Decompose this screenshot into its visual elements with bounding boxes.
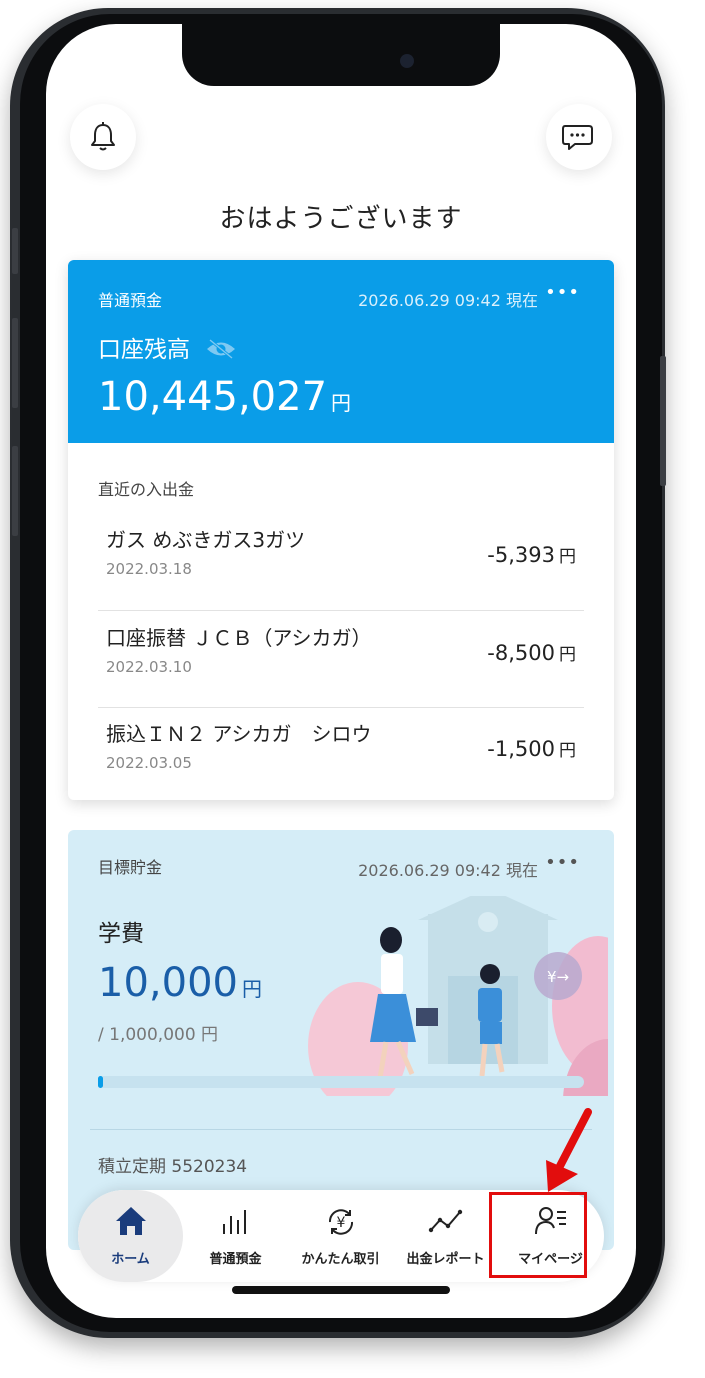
amount-value: -5,393 [487,543,555,567]
currency-unit: 円 [559,547,576,567]
savings-card[interactable]: 普通預金 2026.06.29 09:42 現在 ••• 口座残高 10,445… [68,260,614,800]
eye-hidden-icon[interactable] [205,338,237,360]
bell-icon [91,122,115,151]
home-indicator [232,1286,450,1294]
power-button [660,356,666,486]
recent-transactions-title: 直近の入出金 [98,480,195,499]
divider [90,1129,592,1130]
students-illustration: ¥→ [308,896,608,1096]
currency-unit: 円 [559,645,576,665]
home-icon [115,1207,146,1235]
highlight-box [489,1192,587,1278]
transaction-name: ガス めぶきガス3ガツ [106,528,306,552]
notch [182,24,500,86]
transaction-row[interactable]: 口座振替 ＪＣＢ（アシカガ） 2022.03.10 -8,500 円 [98,612,584,709]
volume-down-button [12,446,18,536]
svg-text:¥→: ¥→ [547,968,569,986]
bar-chart-icon [222,1210,246,1234]
tab-withdrawal-report[interactable]: 出金レポート [393,1190,498,1282]
goal-current-amount: 10,000 円 [98,960,262,1006]
transaction-row[interactable]: ガス めぶきガス3ガツ 2022.03.18 -5,393 円 [98,514,584,611]
updated-timestamp: 2026.06.29 09:42 現在 [358,291,538,310]
transaction-amount: -1,500 円 [487,736,576,761]
tab-easy-transaction-label: かんたん取引 [301,1252,380,1267]
tab-savings[interactable]: 普通預金 [183,1190,288,1282]
goal-account-number: 積立定期 5520234 [98,1157,248,1177]
transaction-date: 2022.03.18 [106,560,192,578]
goal-savings-card[interactable]: ¥→ 目標貯金 2026.06.29 09:42 現在 ••• 学費 10,00… [68,830,614,1250]
chat-button[interactable] [546,104,612,170]
goal-name: 学費 [98,921,144,947]
pointer-arrow-icon [546,1108,592,1192]
greeting-text: おはようございます [219,204,463,234]
goal-target-amount: / 1,000,000 円 [98,1025,219,1045]
divider [98,610,584,611]
line-chart-icon [428,1209,462,1233]
yen-exchange-icon: ¥ [328,1209,353,1235]
tab-home-label: ホーム [111,1252,150,1267]
notification-button[interactable] [70,104,136,170]
transaction-amount: -8,500 円 [487,640,576,665]
balance-label: 口座残高 [98,330,237,364]
currency-unit: 円 [559,741,576,761]
svg-text:¥: ¥ [336,1215,345,1231]
transaction-row[interactable]: 振込ＩＮ２ アシカガ シロウ 2022.03.05 -1,500 円 [98,708,584,800]
transaction-date: 2022.03.05 [106,754,192,772]
goal-progress-bar [98,1076,584,1088]
tab-withdrawal-report-label: 出金レポート [406,1252,485,1267]
goal-progress-fill [98,1076,103,1088]
tab-home[interactable]: ホーム [78,1190,183,1282]
amount-value: -1,500 [487,737,555,761]
goal-amount-value: 10,000 [98,960,238,1006]
volume-up-button [12,318,18,408]
amount-value: -8,500 [487,641,555,665]
transaction-name: 振込ＩＮ２ アシカガ シロウ [106,722,372,746]
balance-value: 10,445,027 [98,374,328,420]
transaction-name: 口座振替 ＪＣＢ（アシカガ） [106,626,372,650]
balance-amount: 10,445,027 円 [98,374,351,420]
goal-updated-timestamp: 2026.06.29 09:42 現在 [358,861,538,880]
more-menu-button[interactable]: ••• [545,282,580,303]
currency-unit: 円 [331,391,352,415]
goal-type-label: 目標貯金 [98,858,163,877]
silent-switch [12,228,18,274]
account-type-label: 普通預金 [98,291,163,310]
chat-icon [562,125,593,150]
tab-easy-transaction[interactable]: ¥ かんたん取引 [288,1190,393,1282]
goal-more-menu-button[interactable]: ••• [545,852,580,873]
currency-unit: 円 [241,977,262,1001]
camera [400,54,414,68]
transaction-amount: -5,393 円 [487,542,576,567]
tab-savings-label: 普通預金 [209,1252,262,1267]
transaction-date: 2022.03.10 [106,658,192,676]
balance-label-text: 口座残高 [98,337,190,363]
savings-card-header: 普通預金 2026.06.29 09:42 現在 ••• 口座残高 10,445… [68,260,614,443]
